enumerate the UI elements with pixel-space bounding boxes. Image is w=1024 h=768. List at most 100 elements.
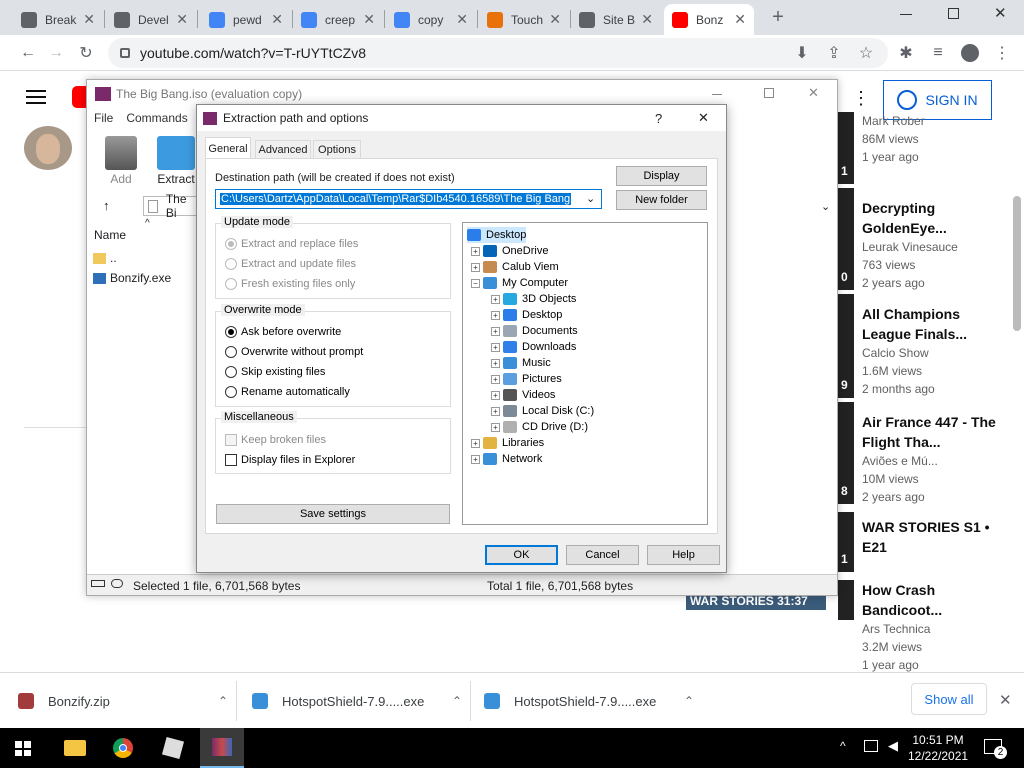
close-icon[interactable]: ✕ [808,85,819,101]
related-video-item[interactable]: Decrypting GoldenEye... Leurak Vinesauce 7… [862,198,1012,292]
tray-chevron-icon[interactable]: ^ [840,739,846,753]
tree-expand-icon[interactable]: + [491,326,500,336]
address-bar[interactable]: youtube.com/watch?v=T-rUYTtCZv8 [108,38,888,68]
close-tab-icon[interactable]: ✕ [176,11,188,28]
tab-2[interactable]: Devel ✕ [106,4,196,35]
tree-expand-icon[interactable]: + [491,390,500,400]
download-item[interactable]: HotspotShield-7.9.....exe ⌃ [252,673,472,729]
minimize-icon[interactable] [900,14,912,15]
tree-node[interactable]: + Libraries [471,435,544,451]
update-mode-radio-1[interactable]: Extract and replace files [225,238,358,250]
overwrite-mode-radio-2[interactable]: Overwrite without prompt [225,346,363,358]
maximize-icon[interactable] [764,88,774,98]
ok-button[interactable]: OK [485,545,558,565]
close-tab-icon[interactable]: ✕ [641,11,653,28]
forward-icon[interactable]: → [44,41,68,65]
tree-expand-icon[interactable]: + [491,310,500,320]
chrome-icon[interactable] [113,738,133,758]
tree-expand-icon[interactable]: + [491,406,500,416]
tree-node[interactable]: + Music [491,355,551,371]
menu-commands[interactable]: Commands [126,111,187,125]
related-video-item[interactable]: How Crash Bandicoot... Ars Technica 3.2M v… [862,580,1012,674]
tree-node[interactable]: + Documents [491,323,578,339]
folder-tree[interactable]: Desktop + OneDrive + Calub Viem − My Computer +… [462,222,708,525]
tree-node[interactable]: + Downloads [491,339,576,355]
related-video-item[interactable]: Air France 447 - The Flight Tha... Aviões… [862,412,1012,506]
close-shelf-icon[interactable]: ✕ [999,691,1012,709]
download-item[interactable]: HotspotShield-7.9.....exe ⌃ [484,673,704,729]
video-thumbnail[interactable]: 9 [838,294,854,398]
up-folder-icon[interactable]: ↑ [103,198,110,213]
roblox-icon[interactable] [161,736,185,760]
tree-expand-icon[interactable]: + [491,374,500,384]
tree-expand-icon[interactable]: + [491,422,500,432]
tab-6[interactable]: Touch ✕ [479,4,569,35]
page-scrollbar[interactable] [1013,196,1021,331]
related-video-item[interactable]: WAR STORIES S1 • E21 [862,517,1012,557]
tree-expand-icon[interactable]: − [471,278,480,288]
column-header-name[interactable]: Name [94,228,126,242]
chevron-up-icon[interactable]: ⌃ [452,694,462,708]
tab-4[interactable]: creep ✕ [293,4,383,35]
keep-broken-files-checkbox[interactable]: Keep broken files [225,434,326,446]
tree-expand-icon[interactable]: + [471,438,480,448]
reload-icon[interactable]: ↻ [74,41,98,65]
cancel-button[interactable]: Cancel [566,545,639,565]
tab-8[interactable]: Bonz ✕ [664,4,754,35]
windows-start-icon[interactable] [15,741,31,756]
tree-expand-icon[interactable]: + [471,454,480,464]
video-thumbnail[interactable]: 1 [838,512,854,572]
tree-node[interactable]: − My Computer [471,275,568,291]
minimize-icon[interactable] [712,94,722,95]
clock[interactable]: 10:51 PM 12/22/2021 [908,732,968,764]
update-mode-radio-2[interactable]: Extract and update files [225,258,356,270]
media-queue-icon[interactable]: ≡ [926,41,950,65]
tab-general[interactable]: General [205,137,251,159]
video-thumbnail[interactable]: 0 [838,188,854,290]
close-tab-icon[interactable]: ✕ [734,11,746,28]
tree-node[interactable]: + Desktop [491,307,562,323]
channel-avatar[interactable] [24,126,72,170]
related-video-item[interactable]: Mark Rober 86M views 1 year ago [862,112,1012,166]
chevron-down-icon[interactable]: ⌄ [586,192,595,205]
volume-icon[interactable]: ◀ [888,738,898,754]
path-combobox[interactable]: The Bi [143,192,197,220]
bookmark-star-icon[interactable]: ☆ [854,41,878,65]
chevron-up-icon[interactable]: ⌃ [218,694,228,708]
tab-advanced[interactable]: Advanced [255,140,311,158]
tree-node[interactable]: + Network [471,451,542,467]
tree-node[interactable]: + Videos [491,387,555,403]
destination-path-combobox[interactable]: C:\Users\Dartz\AppData\Local\Temp\Rar$DI… [215,189,602,209]
tab-options[interactable]: Options [313,140,361,158]
network-icon[interactable] [864,740,878,752]
tree-node[interactable]: Desktop [467,227,527,243]
back-icon[interactable]: ← [16,41,40,65]
tab-5[interactable]: copy ✕ [386,4,476,35]
update-mode-radio-3[interactable]: Fresh existing files only [225,278,355,290]
related-video-item[interactable]: All Champions League Finals... Calcio Sho… [862,304,1012,398]
video-thumbnail[interactable] [838,580,854,620]
show-all-button[interactable]: Show all [911,683,987,715]
tree-node[interactable]: + OneDrive [471,243,548,259]
tree-expand-icon[interactable]: + [491,358,500,368]
install-app-icon[interactable]: ⬇ [790,41,814,65]
list-item[interactable]: .. [93,248,171,268]
profile-icon[interactable] [958,41,982,65]
close-window-icon[interactable]: ✕ [994,4,1007,22]
video-thumbnail[interactable]: 8 [838,402,854,504]
new-folder-button[interactable]: New folder [616,190,707,210]
tree-node[interactable]: + Local Disk (C:) [491,403,594,419]
winrar-taskbar-button[interactable] [200,728,244,768]
tree-expand-icon[interactable]: + [491,342,500,352]
tree-node[interactable]: +3D Objects [491,291,576,307]
add-button[interactable]: Add [105,136,137,186]
display-button[interactable]: Display [616,166,707,186]
close-tab-icon[interactable]: ✕ [456,11,468,28]
tree-node[interactable]: + Pictures [491,371,562,387]
tree-expand-icon[interactable]: + [471,262,480,272]
tab-7[interactable]: Site B ✕ [571,4,661,35]
chevron-up-icon[interactable]: ⌃ [684,694,694,708]
new-tab-button[interactable]: + [766,6,790,30]
restore-icon[interactable] [948,8,959,19]
display-files-explorer-checkbox[interactable]: Display files in Explorer [225,454,355,466]
